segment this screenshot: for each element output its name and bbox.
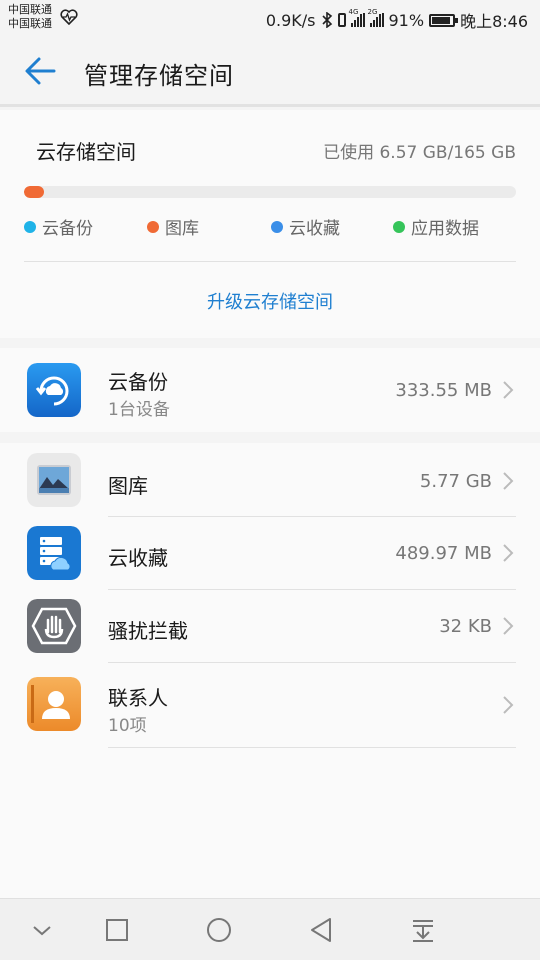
navigation-bar [0, 898, 540, 960]
row-title: 图库 [108, 474, 148, 498]
chevron-right-icon [503, 617, 514, 635]
legend-backup: 云备份 [24, 214, 93, 239]
legend-dot [271, 220, 283, 233]
list-item-harassment-block[interactable]: 骚扰拦截 32 KB [0, 590, 540, 663]
cloud-favorites-icon [27, 526, 81, 580]
gallery-icon [27, 453, 81, 507]
collapse-icon[interactable] [27, 915, 57, 945]
chevron-right-icon [503, 472, 514, 490]
page-title: 管理存储空间 [84, 62, 234, 90]
storage-usage-fill [24, 186, 44, 198]
legend-label: 云收藏 [289, 219, 340, 239]
battery-percent: 91% [388, 10, 425, 30]
legend-gallery: 图库 [147, 214, 199, 239]
carrier-info: 中国联通 中国联通 [8, 3, 52, 31]
legend-label: 应用数据 [411, 219, 479, 239]
harassment-block-icon [27, 599, 81, 653]
notification-icon[interactable] [408, 915, 438, 945]
cloud-backup-icon [27, 363, 81, 417]
storage-used: 已使用 6.57 GB/165 GB [323, 143, 516, 163]
row-title: 云收藏 [108, 546, 168, 570]
vibrate-icon [337, 13, 346, 27]
status-bar: 中国联通 中国联通 0.9K/s 4G 2G 91% 晚上8:46 [0, 0, 540, 36]
bluetooth-icon [321, 12, 332, 28]
list-item-cloud-favorites[interactable]: 云收藏 489.97 MB [0, 517, 540, 590]
heart-rate-icon [60, 9, 78, 25]
carrier-2: 中国联通 [8, 17, 52, 30]
row-value: 333.55 MB [395, 380, 492, 401]
divider [24, 261, 516, 262]
chevron-right-icon [503, 696, 514, 714]
row-title: 云备份 [108, 370, 168, 394]
backup-row[interactable]: 云备份 1台设备 333.55 MB [0, 348, 540, 432]
chevron-right-icon [503, 544, 514, 562]
chevron-right-icon [503, 381, 514, 399]
legend-dot [24, 220, 36, 233]
legend-label: 云备份 [42, 219, 93, 239]
row-subtitle: 10项 [108, 716, 147, 736]
legend-dot [393, 220, 405, 233]
row-subtitle: 1台设备 [108, 400, 170, 420]
row-value: 489.97 MB [395, 543, 492, 564]
upgrade-storage-link[interactable]: 升级云存储空间 [0, 288, 540, 314]
battery-icon [429, 13, 459, 27]
carrier-1: 中国联通 [8, 3, 52, 16]
network-type-1: 4G [348, 8, 359, 16]
signal-1-icon: 4G [349, 8, 365, 27]
row-title: 联系人 [108, 686, 168, 710]
signal-2-icon: 2G [368, 8, 384, 27]
cloud-storage-card: 云存储空间 已使用 6.57 GB/165 GB 云备份 图库 云收藏 应用数据… [0, 110, 540, 338]
recents-icon[interactable] [102, 915, 132, 945]
network-type-2: 2G [367, 8, 378, 16]
row-title: 骚扰拦截 [108, 619, 188, 643]
storage-usage-bar [24, 186, 516, 198]
legend-app-data: 应用数据 [393, 214, 479, 239]
legend-dot [147, 220, 159, 233]
divider [108, 747, 516, 748]
app-header: 管理存储空间 [0, 36, 540, 104]
clock: 晚上8:46 [460, 12, 528, 31]
row-value: 5.77 GB [419, 471, 492, 492]
home-icon[interactable] [204, 915, 234, 945]
contacts-icon [27, 677, 81, 731]
legend-favorites: 云收藏 [271, 214, 340, 239]
storage-label: 云存储空间 [36, 140, 136, 164]
back-icon[interactable] [306, 915, 336, 945]
header-divider [0, 104, 540, 107]
back-arrow-icon[interactable] [24, 56, 58, 86]
storage-items-list: 图库 5.77 GB 云收藏 489.97 MB 骚扰拦截 32 KB 联系人 … [0, 443, 540, 898]
list-item-gallery[interactable]: 图库 5.77 GB [0, 443, 540, 517]
list-item-contacts[interactable]: 联系人 10项 [0, 663, 540, 748]
network-speed: 0.9K/s [265, 10, 316, 30]
legend-label: 图库 [165, 219, 199, 239]
row-value: 32 KB [439, 616, 492, 637]
